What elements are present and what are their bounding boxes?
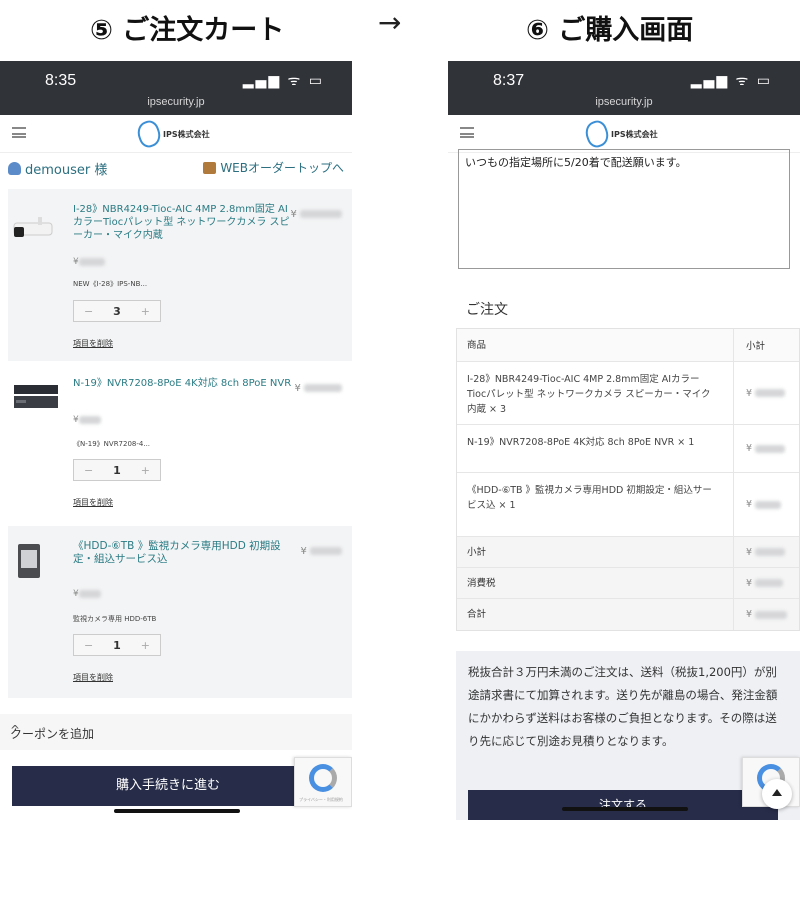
item-total-price: ¥ — [294, 383, 342, 394]
quantity-value[interactable]: 1 — [113, 464, 121, 477]
site-header: IPS株式会社 — [448, 115, 800, 153]
item-total-price: ¥ — [300, 546, 342, 557]
cart-item: N-19》NVR7208-8PoE 4K対応 8ch 8PoE NVR ¥ ¥ … — [8, 363, 352, 521]
user-icon — [8, 162, 21, 175]
remove-item-link[interactable]: 項目を削除 — [73, 672, 113, 683]
col-subtotal: 小計 — [733, 329, 799, 361]
home-indicator — [114, 809, 240, 813]
summary-value: ¥ — [733, 537, 799, 567]
site-header: IPS株式会社 — [0, 115, 352, 153]
item-unit-price: ¥ — [73, 415, 101, 425]
user-name[interactable]: demouser 様 — [8, 159, 107, 178]
row-price: ¥ — [733, 425, 799, 472]
web-order-top-link[interactable]: WEBオーダートップへ — [203, 159, 344, 176]
step5-heading: ⑤ ご注文カート — [90, 15, 285, 46]
row-price: ¥ — [733, 362, 799, 424]
quantity-stepper[interactable]: − 1 + — [73, 634, 161, 656]
logo-icon — [134, 118, 164, 150]
tax-row: 消費税 ¥ — [457, 568, 799, 599]
status-time: 8:35 — [45, 72, 77, 89]
box-icon — [203, 161, 217, 174]
minus-button[interactable]: − — [84, 305, 93, 318]
item-sku: 《N-19》NVR7208-4... — [73, 440, 151, 448]
chevron-up-icon: ^ — [10, 723, 21, 737]
delivery-note-textarea[interactable]: いつもの指定場所に5/20着で配送願います。 — [458, 149, 790, 269]
summary-value: ¥ — [733, 599, 799, 630]
menu-icon[interactable] — [12, 127, 26, 138]
remove-item-link[interactable]: 項目を削除 — [73, 338, 113, 349]
web-top-label: WEBオーダートップへ — [220, 161, 344, 175]
cart-item: I-28》NBR4249-Tioc-AIC 4MP 2.8mm固定 AIカラーT… — [8, 189, 352, 361]
url-bar[interactable]: ipsecurity.jp — [448, 96, 800, 108]
status-bar: 8:35 ▂▄▆ ᯤ ▭ ipsecurity.jp — [0, 61, 352, 115]
item-sku: 監視カメラ専用 HDD-6TB — [73, 615, 157, 623]
row-product: I-28》NBR4249-Tioc-AIC 4MP 2.8mm固定 AIカラーT… — [467, 374, 711, 415]
row-product: N-19》NVR7208-8PoE 4K対応 8ch 8PoE NVR × 1 — [467, 437, 695, 448]
menu-icon[interactable] — [460, 127, 474, 138]
hdd-thumbnail[interactable] — [12, 542, 42, 582]
table-header: 商品 小計 — [457, 329, 799, 362]
step6-heading: ⑥ ご購入画面 — [526, 15, 694, 46]
item-sku: NEW《I-28》IPS-NB... — [73, 280, 148, 288]
camera-thumbnail[interactable] — [12, 217, 56, 243]
coupon-toggle[interactable]: クーポンを追加 ^ — [0, 714, 352, 750]
item-total-price: ¥ — [290, 209, 342, 220]
checkout-screen: 8:37 ▂▄▆ ᯤ ▭ ipsecurity.jp IPS株式会社 いつもの指… — [448, 61, 800, 820]
order-table: 商品 小計 I-28》NBR4249-Tioc-AIC 4MP 2.8mm固定 … — [456, 328, 800, 631]
row-price: ¥ — [733, 473, 799, 536]
home-indicator — [562, 807, 688, 811]
proceed-checkout-button[interactable]: 購入手続きに進む — [12, 766, 324, 806]
user-row: demouser 様 WEBオーダートップへ — [0, 153, 352, 183]
subtotal-row: 小計 ¥ — [457, 537, 799, 568]
cart-screen: 8:35 ▂▄▆ ᯤ ▭ ipsecurity.jp IPS株式会社 demou… — [0, 61, 352, 820]
site-logo[interactable]: IPS株式会社 — [134, 118, 210, 150]
user-label: demouser 様 — [25, 163, 108, 178]
logo-text: IPS株式会社 — [611, 129, 658, 139]
minus-button[interactable]: − — [84, 639, 93, 652]
logo-icon — [582, 118, 612, 150]
status-bar: 8:37 ▂▄▆ ᯤ ▭ ipsecurity.jp — [448, 61, 800, 115]
minus-button[interactable]: − — [84, 464, 93, 477]
quantity-stepper[interactable]: − 3 + — [73, 300, 161, 322]
table-row: I-28》NBR4249-Tioc-AIC 4MP 2.8mm固定 AIカラーT… — [457, 362, 799, 425]
signal-wifi-battery-icon: ▂▄▆ ᯤ ▭ — [690, 73, 772, 89]
signal-wifi-battery-icon: ▂▄▆ ᯤ ▭ — [242, 73, 324, 89]
item-name-link[interactable]: N-19》NVR7208-8PoE 4K対応 8ch 8PoE NVR — [73, 377, 293, 390]
scroll-top-icon[interactable] — [762, 779, 792, 809]
item-unit-price: ¥ — [73, 589, 101, 599]
quantity-value[interactable]: 1 — [113, 639, 121, 652]
quantity-stepper[interactable]: − 1 + — [73, 459, 161, 481]
plus-button[interactable]: + — [141, 464, 150, 477]
recaptcha-note: プライバシー・利用規約 — [299, 797, 343, 802]
site-logo[interactable]: IPS株式会社 — [582, 118, 658, 150]
table-row: N-19》NVR7208-8PoE 4K対応 8ch 8PoE NVR × 1 … — [457, 425, 799, 473]
arrow-icon: → — [378, 6, 402, 39]
item-name-link[interactable]: 《HDD-⑥TB 》監視カメラ専用HDD 初期設定・組込サービス込 — [73, 540, 293, 566]
item-unit-price: ¥ — [73, 257, 105, 267]
row-product: 《HDD-⑥TB 》監視カメラ専用HDD 初期設定・組込サービス込 × 1 — [467, 485, 712, 511]
status-time: 8:37 — [493, 72, 525, 89]
logo-text: IPS株式会社 — [163, 129, 210, 139]
quantity-value[interactable]: 3 — [113, 305, 121, 318]
recaptcha-icon — [309, 764, 337, 792]
plus-button[interactable]: + — [141, 639, 150, 652]
order-heading: ご注文 — [466, 302, 508, 318]
table-row: 《HDD-⑥TB 》監視カメラ専用HDD 初期設定・組込サービス込 × 1 ¥ — [457, 473, 799, 537]
nvr-thumbnail[interactable] — [12, 381, 60, 415]
item-name-link[interactable]: I-28》NBR4249-Tioc-AIC 4MP 2.8mm固定 AIカラーT… — [73, 203, 293, 242]
url-bar[interactable]: ipsecurity.jp — [0, 96, 352, 108]
plus-button[interactable]: + — [141, 305, 150, 318]
place-order-button[interactable]: 注文する — [468, 790, 778, 820]
remove-item-link[interactable]: 項目を削除 — [73, 497, 113, 508]
total-row: 合計 ¥ — [457, 599, 799, 630]
recaptcha-badge[interactable]: プライバシー・利用規約 — [294, 757, 352, 807]
cart-item: 《HDD-⑥TB 》監視カメラ専用HDD 初期設定・組込サービス込 ¥ ¥ 監視… — [8, 526, 352, 698]
summary-value: ¥ — [733, 568, 799, 598]
